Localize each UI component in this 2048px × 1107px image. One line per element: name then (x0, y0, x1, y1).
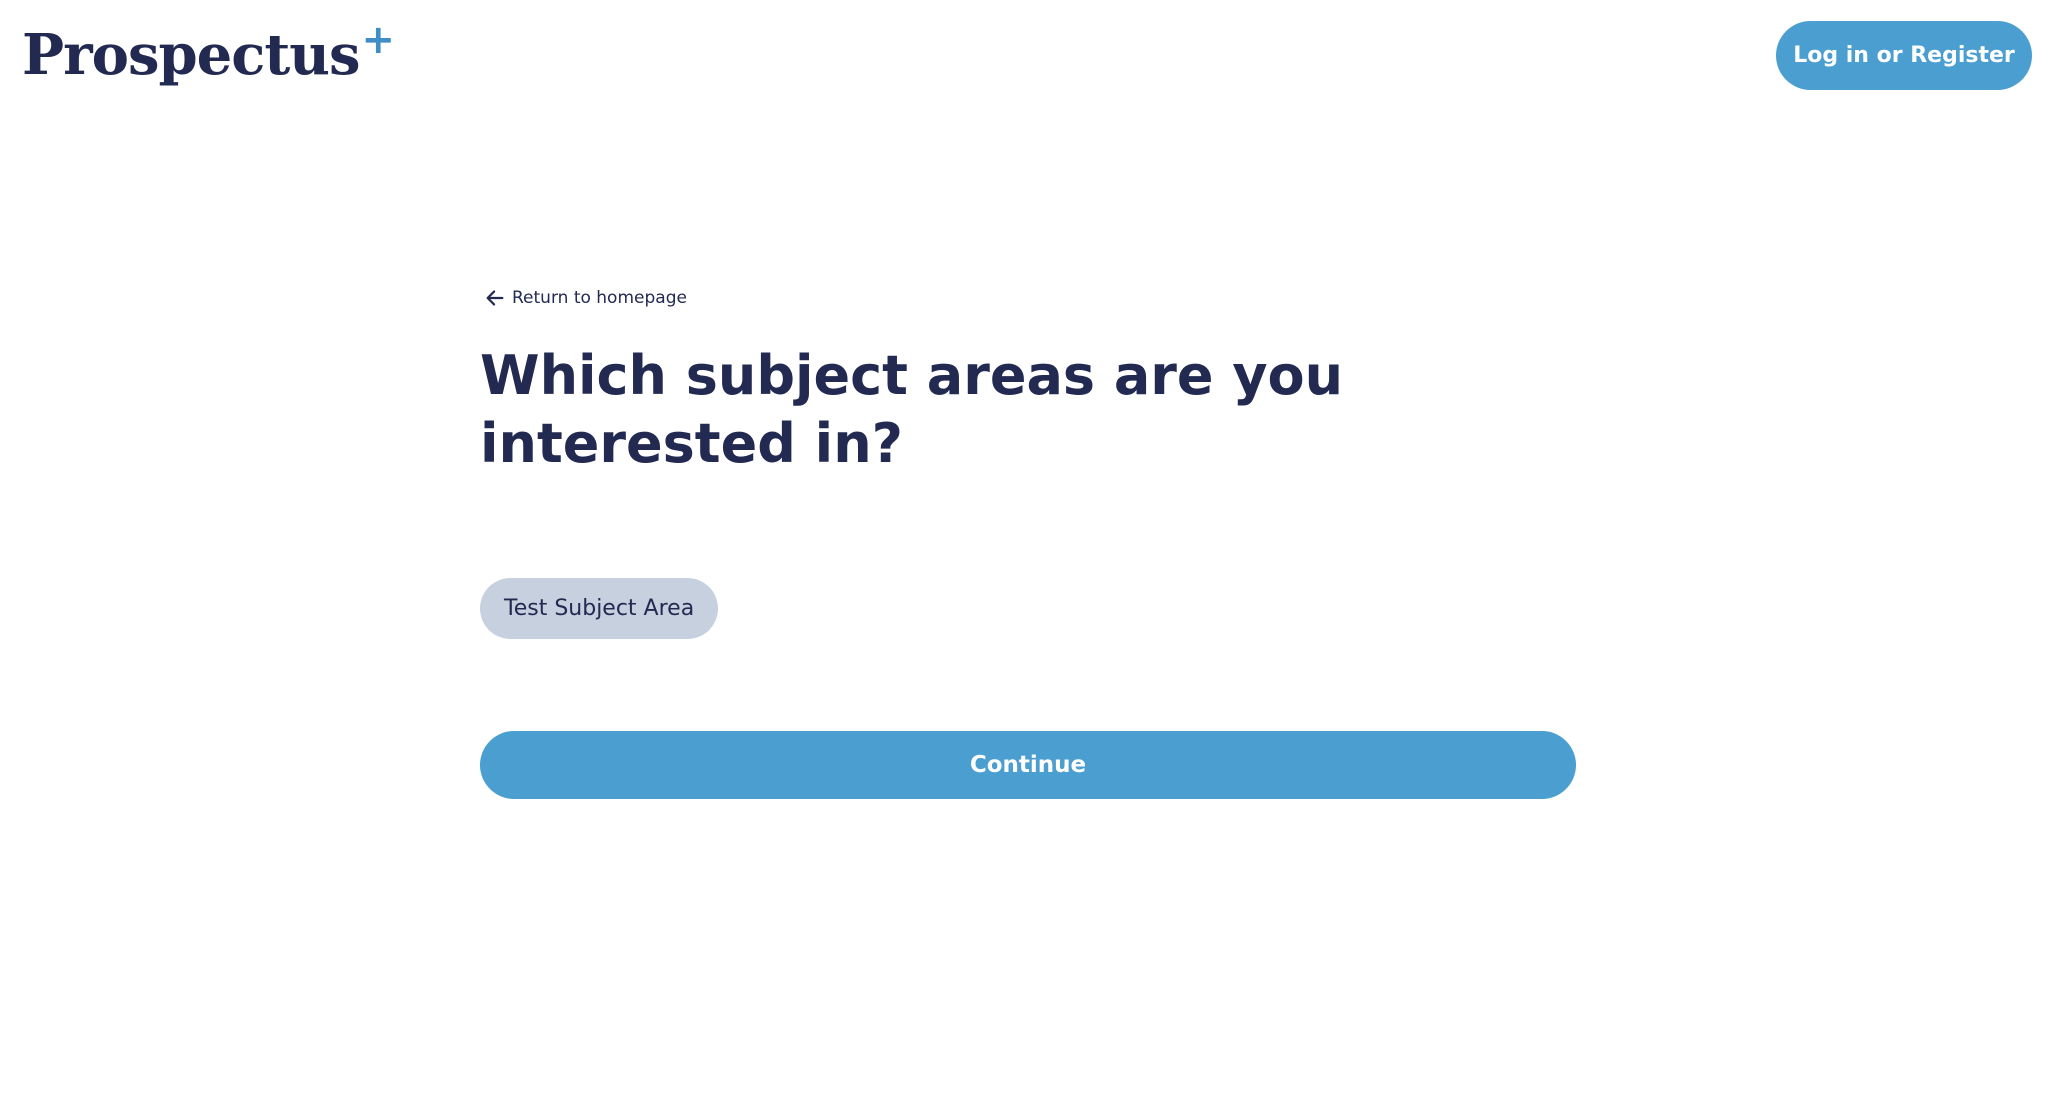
arrow-left-icon (486, 290, 504, 306)
prospectus-logo[interactable]: Prospectus + (22, 18, 395, 92)
subject-area-chip[interactable]: Test Subject Area (480, 578, 719, 639)
subject-area-list: Test Subject Area (480, 578, 1576, 639)
login-register-button[interactable]: Log in or Register (1776, 21, 2032, 90)
page-title: Which subject areas are you interested i… (480, 344, 1344, 475)
main-content: Return to homepage Which subject areas a… (480, 280, 1576, 799)
return-to-homepage-link[interactable]: Return to homepage (480, 280, 1576, 316)
continue-button[interactable]: Continue (480, 731, 1576, 799)
logo-plus-mark: + (361, 17, 395, 63)
logo-wordmark: Prospectus (22, 22, 360, 88)
return-to-homepage-label: Return to homepage (512, 288, 687, 308)
site-header: Prospectus + Log in or Register (0, 0, 2048, 110)
